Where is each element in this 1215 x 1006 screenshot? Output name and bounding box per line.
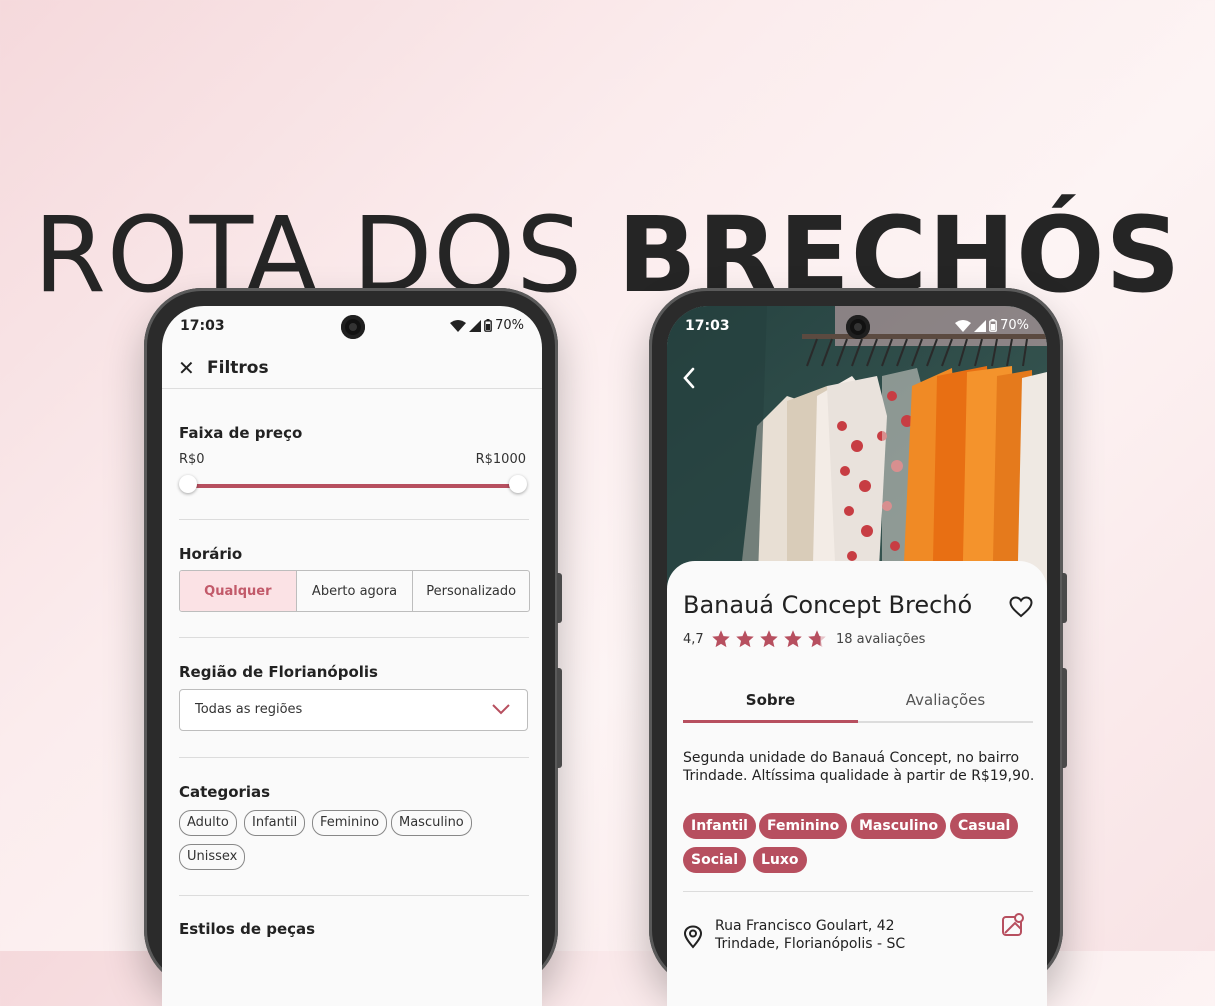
star-icon xyxy=(712,630,730,648)
phone-store-detail: 17:03 70% Banauá Concept Brechó 4,7 18 a… xyxy=(649,288,1067,1006)
price-range-label: Faixa de preço xyxy=(179,424,303,442)
store-description: Segunda unidade do Banauá Concept, no ba… xyxy=(683,750,1035,784)
tag-chip-infantil[interactable]: Infantil xyxy=(683,813,756,839)
rating-stars xyxy=(711,629,827,649)
category-chip-masculino[interactable]: Masculino xyxy=(391,810,472,836)
address-line-2: Trindade, Florianópolis - SC xyxy=(715,936,906,952)
styles-label: Estilos de peças xyxy=(179,920,316,938)
star-icon xyxy=(808,630,826,648)
categories-label: Categorias xyxy=(179,783,271,801)
region-label: Região de Florianópolis xyxy=(179,663,378,681)
price-slider-min-handle[interactable] xyxy=(179,475,197,493)
store-name: Banauá Concept Brechó xyxy=(683,591,973,619)
price-min-label: R$0 xyxy=(179,452,205,467)
category-chip-infantil[interactable]: Infantil xyxy=(244,810,306,836)
signal-icon xyxy=(469,319,482,332)
filters-header: ✕ Filtros xyxy=(162,346,542,389)
tag-chip-masculino[interactable]: Masculino xyxy=(851,813,947,839)
status-time: 17:03 xyxy=(685,318,730,334)
store-screen: 17:03 70% Banauá Concept Brechó 4,7 18 a… xyxy=(667,306,1047,1006)
signal-icon xyxy=(974,319,987,332)
price-max-label: R$1000 xyxy=(475,452,526,467)
hours-option-open-now[interactable]: Aberto agora xyxy=(297,571,414,611)
phone-side-button xyxy=(557,668,562,768)
camera-cutout xyxy=(846,315,870,339)
tag-chip-luxo[interactable]: Luxo xyxy=(753,847,807,873)
wifi-icon xyxy=(955,319,972,332)
heart-icon[interactable] xyxy=(1009,596,1033,618)
store-details-card: Banauá Concept Brechó 4,7 18 avaliações … xyxy=(667,561,1047,1006)
price-slider-max-handle[interactable] xyxy=(509,475,527,493)
status-battery: 70% xyxy=(1000,318,1029,333)
status-time: 17:03 xyxy=(180,318,225,334)
rating-value: 4,7 xyxy=(683,632,704,647)
category-chip-adulto[interactable]: Adulto xyxy=(179,810,237,836)
hours-option-custom[interactable]: Personalizado xyxy=(413,571,529,611)
active-tab-indicator xyxy=(683,720,858,723)
star-icon xyxy=(784,630,802,648)
divider xyxy=(179,757,529,758)
reviews-count: 18 avaliações xyxy=(836,632,926,647)
hours-label: Horário xyxy=(179,545,243,563)
camera-cutout xyxy=(341,315,365,339)
tab-sobre[interactable]: Sobre xyxy=(683,691,858,709)
hours-segmented-control: Qualquer Aberto agora Personalizado xyxy=(179,570,530,612)
address-line-1: Rua Francisco Goulart, 42 xyxy=(715,918,895,934)
status-battery: 70% xyxy=(495,318,524,333)
page-title: Filtros xyxy=(207,358,269,378)
tag-chip-feminino[interactable]: Feminino xyxy=(759,813,848,839)
filters-screen: 17:03 70% ✕ Filtros Faixa de preço R$0 R… xyxy=(162,306,542,1006)
tag-chip-social[interactable]: Social xyxy=(683,847,747,873)
wifi-icon xyxy=(450,319,467,332)
battery-icon xyxy=(484,319,492,332)
location-pin-icon xyxy=(683,925,703,949)
price-slider-track[interactable] xyxy=(188,484,518,488)
battery-icon xyxy=(989,319,997,332)
chevron-down-icon xyxy=(492,704,510,715)
phone-side-button xyxy=(1062,668,1067,768)
divider xyxy=(179,637,529,638)
star-icon xyxy=(760,630,778,648)
close-icon[interactable]: ✕ xyxy=(178,356,195,380)
divider xyxy=(179,895,529,896)
store-address: Rua Francisco Goulart, 42 Trindade, Flor… xyxy=(715,917,905,953)
divider xyxy=(179,519,529,520)
region-select-value: Todas as regiões xyxy=(195,702,303,717)
category-chip-feminino[interactable]: Feminino xyxy=(312,810,388,836)
category-chip-unissex[interactable]: Unissex xyxy=(179,844,246,870)
back-arrow-icon[interactable] xyxy=(681,366,697,390)
divider xyxy=(683,891,1033,892)
tag-chip-casual[interactable]: Casual xyxy=(950,813,1019,839)
tab-avaliacoes[interactable]: Avaliações xyxy=(858,691,1033,709)
hours-option-any[interactable]: Qualquer xyxy=(180,571,297,611)
star-icon xyxy=(736,630,754,648)
phone-side-button xyxy=(557,573,562,623)
phone-filters: 17:03 70% ✕ Filtros Faixa de preço R$0 R… xyxy=(144,288,562,1006)
map-icon[interactable] xyxy=(1001,913,1025,937)
region-select[interactable]: Todas as regiões xyxy=(179,689,528,731)
phone-side-button xyxy=(1062,573,1067,623)
